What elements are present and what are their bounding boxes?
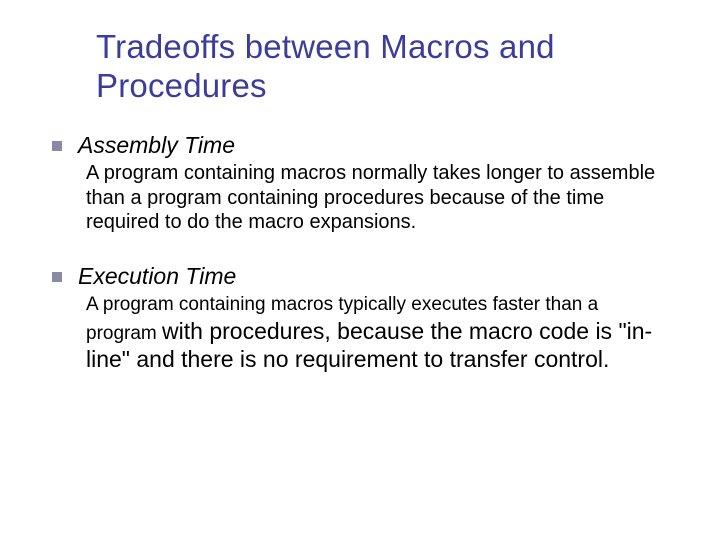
point-body: A program containing macros typically ex… — [78, 292, 668, 373]
slide-title: Tradeoffs between Macros and Procedures — [96, 28, 668, 106]
point-heading: Execution Time — [78, 263, 668, 291]
point-content: Assembly Time A program containing macro… — [78, 132, 668, 235]
point-heading: Assembly Time — [78, 132, 668, 160]
square-bullet-icon — [52, 272, 62, 282]
point-body-part2: with procedures, because the macro code … — [86, 318, 652, 372]
point-content: Execution Time A program containing macr… — [78, 263, 668, 374]
bullet-point: Execution Time A program containing macr… — [52, 263, 668, 374]
point-body: A program containing macros normally tak… — [78, 161, 668, 234]
square-bullet-icon — [52, 141, 62, 151]
bullet-point: Assembly Time A program containing macro… — [52, 132, 668, 235]
slide: Tradeoffs between Macros and Procedures … — [0, 0, 720, 540]
